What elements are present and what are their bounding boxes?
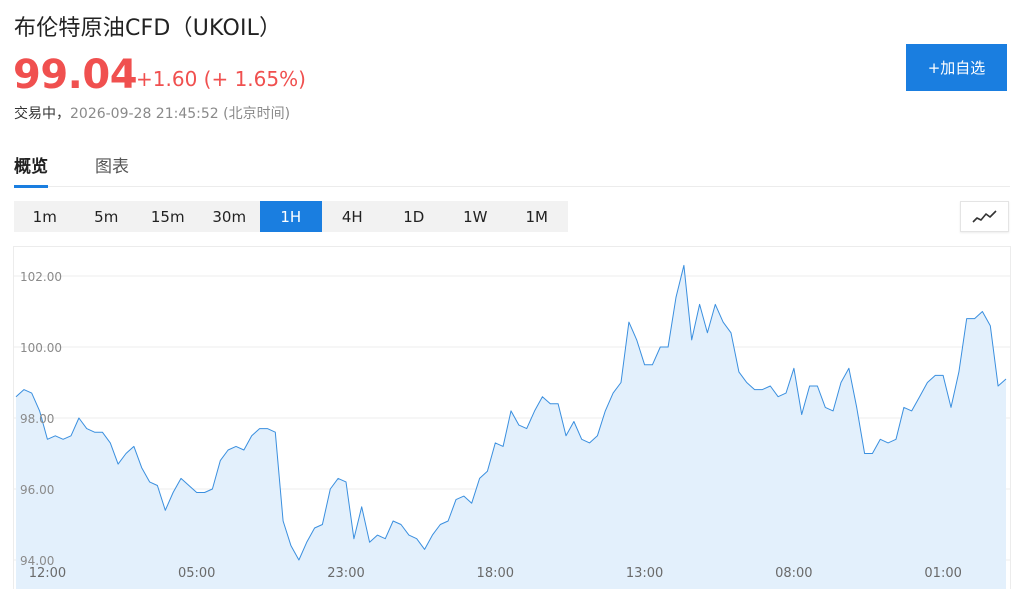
y-tick-label: 102.00 bbox=[20, 270, 62, 284]
y-tick-label: 96.00 bbox=[20, 483, 54, 497]
chart-type-button[interactable] bbox=[960, 201, 1009, 232]
trading-status: 交易中，2026-09-28 21:45:52 (北京时间) bbox=[14, 103, 290, 123]
x-tick-label: 05:00 bbox=[178, 566, 215, 581]
time-range-selector: 1m 5m 15m 30m 1H 4H 1D 1W 1M bbox=[14, 201, 568, 232]
tab-chart[interactable]: 图表 bbox=[95, 152, 129, 187]
price-change: +1.60 (+ 1.65%) bbox=[136, 67, 306, 91]
tab-bar: 概览 图表 bbox=[14, 148, 1010, 188]
range-30m[interactable]: 30m bbox=[199, 201, 261, 232]
x-tick-label: 18:00 bbox=[477, 566, 514, 581]
price-chart: 102.00 100.00 98.00 96.00 94.00 12:00 05:00 23:… bbox=[13, 246, 1011, 589]
x-tick-label: 01:00 bbox=[924, 566, 961, 581]
range-1m[interactable]: 1m bbox=[14, 201, 76, 232]
x-tick-label: 12:00 bbox=[29, 566, 66, 581]
range-1w[interactable]: 1W bbox=[445, 201, 507, 232]
range-4h[interactable]: 4H bbox=[322, 201, 384, 232]
range-1mo[interactable]: 1M bbox=[506, 201, 568, 232]
price-chart-svg: 102.00100.0098.0096.0094.0012:00 05:00 23:… bbox=[14, 264, 1010, 589]
range-1h[interactable]: 1H bbox=[260, 201, 322, 232]
change-percent: (+ 1.65%) bbox=[203, 67, 306, 91]
x-tick-label: 23:00 bbox=[327, 566, 364, 581]
instrument-title: 布伦特原油CFD（UKOIL） bbox=[14, 16, 282, 41]
range-15m[interactable]: 15m bbox=[137, 201, 199, 232]
status-timestamp: 2026-09-28 21:45:52 (北京时间) bbox=[70, 106, 291, 122]
range-5m[interactable]: 5m bbox=[76, 201, 138, 232]
last-price: 99.04 bbox=[13, 52, 138, 98]
series-area bbox=[16, 265, 1006, 589]
range-1d[interactable]: 1D bbox=[383, 201, 445, 232]
status-label: 交易中， bbox=[14, 106, 70, 122]
y-tick-label: 100.00 bbox=[20, 341, 62, 355]
x-tick-label: 08:00 bbox=[775, 566, 812, 581]
tab-overview[interactable]: 概览 bbox=[14, 152, 48, 188]
y-tick-label: 98.00 bbox=[20, 412, 54, 426]
line-chart-icon bbox=[971, 209, 997, 223]
change-value: +1.60 bbox=[136, 67, 198, 91]
x-tick-label: 13:00 bbox=[626, 566, 663, 581]
add-watchlist-button[interactable]: +加自选 bbox=[906, 44, 1007, 91]
